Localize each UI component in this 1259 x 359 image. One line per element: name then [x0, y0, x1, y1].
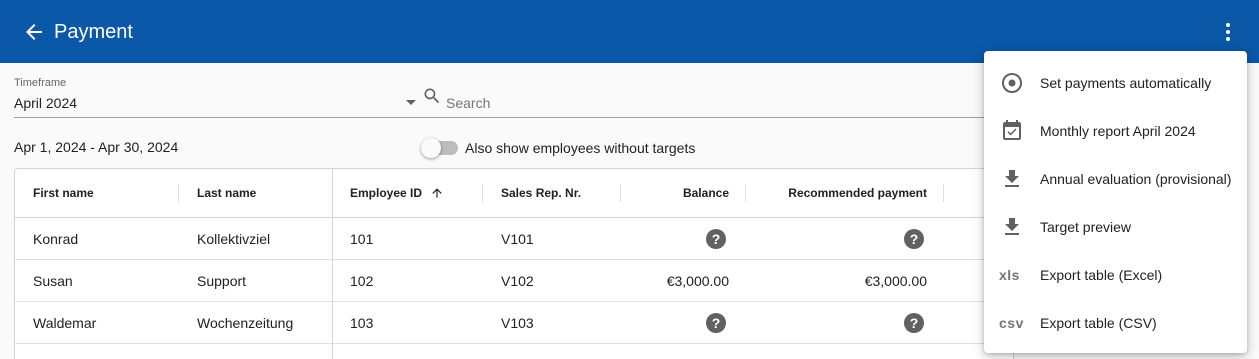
page-title: Payment — [54, 21, 133, 43]
menu-item-monthly-report[interactable]: Monthly report April 2024 — [984, 107, 1247, 155]
column-header-first-name[interactable]: First name — [33, 186, 94, 200]
date-range-text: Apr 1, 2024 - Apr 30, 2024 — [14, 139, 179, 155]
menu-item-annual-evaluation[interactable]: Annual evaluation (provisional) — [984, 155, 1247, 203]
show-without-targets-toggle[interactable] — [421, 138, 458, 158]
help-icon[interactable]: ? — [706, 229, 726, 249]
column-header-sales-rep-nr[interactable]: Sales Rep. Nr. — [501, 186, 581, 200]
overflow-menu: Set payments automatically Monthly repor… — [984, 51, 1247, 353]
timeframe-underline — [14, 117, 420, 118]
cell-balance: €3,000.00 — [666, 273, 729, 289]
cell-sales-rep-nr: V103 — [501, 315, 534, 331]
dropdown-arrow-icon[interactable] — [406, 100, 416, 105]
search-icon — [424, 88, 440, 104]
column-separator[interactable] — [620, 184, 621, 202]
table-row[interactable]: Susan Support 102 V102 €3,000.00 €3,000.… — [15, 260, 1013, 302]
cell-first-name: Susan — [33, 273, 73, 289]
help-icon[interactable]: ? — [706, 313, 726, 333]
menu-item-label: Monthly report April 2024 — [1040, 123, 1196, 139]
column-header-balance[interactable]: Balance — [683, 186, 729, 200]
menu-item-set-payments-automatically[interactable]: Set payments automatically — [984, 59, 1247, 107]
more-vert-icon[interactable] — [1216, 20, 1240, 44]
cell-first-name: Konrad — [33, 231, 79, 247]
column-header-last-name[interactable]: Last name — [197, 186, 256, 200]
column-separator[interactable] — [745, 184, 746, 202]
menu-item-export-excel[interactable]: xls Export table (Excel) — [984, 251, 1247, 299]
csv-icon: csv — [999, 315, 1024, 331]
table-row[interactable]: Waldemar Wochenzeitung 103 V103 ? ? — [15, 302, 1013, 344]
timeframe-label: Timeframe — [14, 77, 67, 89]
sort-ascending-icon[interactable] — [430, 186, 444, 200]
menu-item-label: Annual evaluation (provisional) — [1040, 171, 1232, 187]
employees-table: First name Last name Employee ID Sales R… — [14, 168, 1014, 359]
cell-last-name: Support — [197, 273, 247, 289]
cell-sales-rep-nr: V102 — [501, 273, 534, 289]
menu-item-label: Set payments automatically — [1040, 75, 1212, 91]
column-group-divider — [332, 169, 333, 359]
column-separator[interactable] — [178, 184, 179, 202]
search-underline — [420, 117, 990, 118]
menu-item-label: Export table (CSV) — [1040, 315, 1157, 331]
cell-last-name: Kollektivziel — [197, 231, 271, 247]
help-icon[interactable]: ? — [904, 313, 924, 333]
cell-employee-id: 102 — [350, 273, 374, 289]
timeframe-select[interactable]: April 2024 — [14, 95, 77, 111]
column-header-employee-id[interactable]: Employee ID — [350, 186, 422, 200]
column-separator[interactable] — [482, 184, 483, 202]
menu-item-export-csv[interactable]: csv Export table (CSV) — [984, 299, 1247, 347]
help-icon[interactable]: ? — [904, 229, 924, 249]
download-icon — [1005, 218, 1019, 235]
download-icon — [1005, 170, 1019, 187]
column-separator[interactable] — [943, 184, 944, 202]
cell-first-name: Waldemar — [33, 315, 97, 331]
arrow-back-icon[interactable] — [22, 20, 46, 44]
xls-icon: xls — [999, 267, 1020, 283]
cell-sales-rep-nr: V101 — [501, 231, 534, 247]
menu-item-target-preview[interactable]: Target preview — [984, 203, 1247, 251]
cell-recommended-payment: €3,000.00 — [864, 273, 927, 289]
menu-item-label: Target preview — [1040, 219, 1132, 235]
column-header-recommended-payment[interactable]: Recommended payment — [788, 186, 927, 200]
cell-employee-id: 103 — [350, 315, 374, 331]
calendar-check-icon — [1003, 120, 1021, 140]
cell-employee-id: 101 — [350, 231, 374, 247]
toggle-label: Also show employees without targets — [465, 140, 696, 156]
toggle-thumb — [421, 138, 441, 158]
table-header: First name Last name Employee ID Sales R… — [15, 169, 1013, 218]
search-input[interactable]: Search — [446, 95, 490, 111]
table-row[interactable]: Konrad Kollektivziel 101 V101 ? ? — [15, 218, 1013, 260]
radio-target-icon — [1002, 73, 1022, 93]
cell-last-name: Wochenzeitung — [197, 315, 294, 331]
menu-item-label: Export table (Excel) — [1040, 267, 1163, 283]
